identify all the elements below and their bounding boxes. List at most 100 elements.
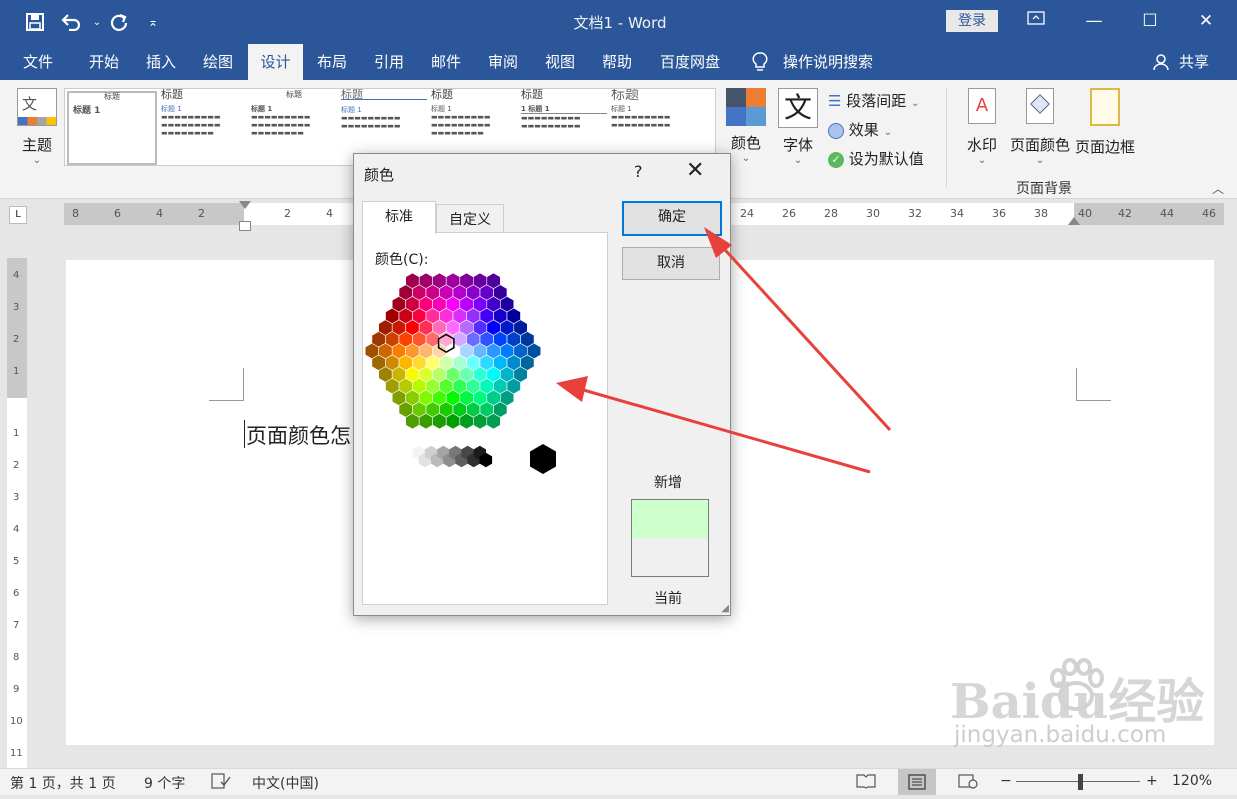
- tell-me-search[interactable]: 操作说明搜索: [778, 44, 878, 80]
- ribbon-tab-bar: 文件 开始 插入 绘图 设计 布局 引用 邮件 审阅 视图 帮助 百度网盘 操作…: [0, 44, 1237, 80]
- proofing-icon[interactable]: [211, 773, 231, 789]
- close-window-icon[interactable]: ✕: [1191, 8, 1221, 34]
- chevron-down-icon: ⌄: [32, 155, 42, 166]
- colors-icon: [726, 88, 766, 126]
- undo-icon[interactable]: [58, 9, 84, 35]
- new-color-swatch: [632, 500, 708, 538]
- login-button[interactable]: 登录: [946, 10, 998, 32]
- style-thumb[interactable]: 标题 1 标题 1 ▬▬▬▬▬▬▬▬▬ ▬▬▬▬▬▬▬▬▬: [521, 89, 607, 161]
- tab-insert[interactable]: 插入: [133, 44, 189, 80]
- tab-custom[interactable]: 自定义: [436, 204, 504, 235]
- fonts-button[interactable]: 文 字体 ⌄: [776, 88, 820, 166]
- indent-marker[interactable]: [239, 221, 251, 231]
- style-thumb[interactable]: 标题 标题 1 ▬▬▬▬▬▬▬▬▬ ▬▬▬▬▬▬▬▬▬ ▬▬▬▬▬▬▬▬: [431, 89, 517, 161]
- language[interactable]: 中文(中国): [252, 773, 319, 793]
- indent-marker[interactable]: [239, 201, 251, 209]
- effects-icon: [828, 122, 844, 139]
- save-icon[interactable]: [22, 9, 48, 35]
- person-icon[interactable]: [1152, 44, 1172, 80]
- themes-button[interactable]: 文 主题 ⌄: [12, 88, 62, 166]
- maximize-icon[interactable]: ☐: [1135, 8, 1165, 34]
- tab-baidu-netdisk[interactable]: 百度网盘: [650, 44, 730, 80]
- current-color-label: 当前: [654, 591, 682, 607]
- page-borders-icon: [1090, 88, 1120, 126]
- document-text[interactable]: 页面颜色怎: [246, 420, 351, 450]
- tab-standard[interactable]: 标准: [362, 201, 436, 234]
- word-count[interactable]: 9 个字: [144, 773, 185, 793]
- help-button[interactable]: ?: [634, 162, 643, 181]
- right-indent-marker[interactable]: [1068, 217, 1080, 225]
- ok-button[interactable]: 确定: [622, 201, 722, 236]
- standard-color-panel: 颜色(C):: [362, 232, 608, 605]
- style-thumb[interactable]: 标题 标题 1 ▬▬▬▬▬▬▬▬▬ ▬▬▬▬▬▬▬▬▬ ▬▬▬▬▬▬▬▬: [161, 89, 247, 161]
- cancel-button[interactable]: 取消: [622, 247, 720, 280]
- customize-toolbar-icon[interactable]: ⌅: [140, 9, 166, 35]
- print-layout-icon[interactable]: [898, 769, 936, 795]
- tab-draw[interactable]: 绘图: [190, 44, 246, 80]
- style-thumb[interactable]: 标题 标题 1 ▬▬▬▬▬▬▬▬▬ ▬▬▬▬▬▬▬▬▬: [611, 89, 697, 161]
- title-bar: ⌄ ⌅ 文档1 - Word 登录 — ☐ ✕: [0, 0, 1237, 44]
- style-thumb[interactable]: 标题 标题 1 ▬▬▬▬▬▬▬▬▬ ▬▬▬▬▬▬▬▬▬ ▬▬▬▬▬▬▬▬: [251, 91, 337, 161]
- close-dialog-button[interactable]: ✕: [686, 158, 704, 183]
- color-preview: [631, 499, 709, 577]
- tab-file[interactable]: 文件: [10, 44, 66, 80]
- window-title: 文档1 - Word: [573, 14, 667, 32]
- crop-mark: [1076, 368, 1111, 401]
- style-thumb[interactable]: 标题 标题 1 ▬▬▬▬▬▬▬▬▬ ▬▬▬▬▬▬▬▬▬: [341, 89, 427, 161]
- collapse-ribbon-icon[interactable]: ︿: [1212, 180, 1224, 197]
- current-color-swatch: [632, 538, 708, 576]
- watermark-button[interactable]: A 水印 ⌄: [962, 88, 1002, 166]
- chevron-down-icon: ⌄: [793, 155, 803, 166]
- color-dialog: 颜色 ? ✕ 标准 自定义 颜色(C): 确定 取消 新增 当前 ◢: [353, 153, 731, 616]
- chevron-down-icon: ⌄: [977, 155, 987, 166]
- web-layout-icon[interactable]: [958, 773, 978, 793]
- zoom-level[interactable]: 120%: [1172, 773, 1212, 789]
- zoom-in-button[interactable]: +: [1146, 773, 1158, 789]
- tab-references[interactable]: 引用: [361, 44, 417, 80]
- tab-layout[interactable]: 布局: [304, 44, 360, 80]
- zoom-out-button[interactable]: −: [1000, 773, 1012, 789]
- resize-grip-icon[interactable]: ◢: [721, 603, 729, 614]
- page-count[interactable]: 第 1 页，共 1 页: [10, 773, 116, 793]
- style-thumb[interactable]: 标题 标题 1: [67, 91, 157, 165]
- page-borders-button[interactable]: 页面边框: [1074, 88, 1136, 157]
- zoom-slider-thumb[interactable]: [1078, 774, 1083, 790]
- status-bar: 第 1 页，共 1 页 9 个字 中文(中国) − + 120%: [0, 768, 1237, 795]
- color-label: 颜色(C):: [375, 252, 429, 268]
- checkmark-icon: ✓: [828, 151, 844, 168]
- page-color-icon: [1026, 88, 1054, 124]
- page-color-button[interactable]: 页面颜色 ⌄: [1008, 88, 1072, 166]
- tab-review[interactable]: 审阅: [475, 44, 531, 80]
- redo-icon[interactable]: [106, 9, 132, 35]
- tab-help[interactable]: 帮助: [589, 44, 645, 80]
- black-cell[interactable]: [530, 444, 556, 474]
- lightbulb-icon[interactable]: [748, 44, 772, 80]
- share-button[interactable]: 共享: [1174, 44, 1214, 80]
- themes-label: 主题: [21, 136, 52, 154]
- minimize-icon[interactable]: —: [1079, 8, 1109, 34]
- tab-home[interactable]: 开始: [76, 44, 132, 80]
- vertical-ruler[interactable]: 4 3 2 1 1 2 3 4 5 6 7 8 9 10 11: [7, 258, 27, 768]
- paragraph-spacing-button[interactable]: ☰ 段落间距 ⌄: [828, 90, 919, 111]
- watermark-url: jingyan.baidu.com: [954, 722, 1167, 748]
- tab-view[interactable]: 视图: [532, 44, 588, 80]
- group-divider: [946, 88, 947, 188]
- effects-button[interactable]: 效果 ⌄: [828, 119, 892, 140]
- watermark-icon: A: [968, 88, 996, 124]
- group-label-page-background: 页面背景: [1016, 181, 1072, 197]
- tab-design[interactable]: 设计: [248, 44, 303, 80]
- new-color-label: 新增: [654, 475, 682, 491]
- chevron-down-icon: ⌄: [911, 98, 920, 109]
- fonts-icon: 文: [778, 88, 818, 128]
- ribbon-display-icon[interactable]: [1021, 8, 1051, 34]
- set-default-button[interactable]: ✓ 设为默认值: [828, 148, 924, 169]
- paragraph-spacing-icon: ☰: [828, 92, 842, 110]
- chevron-down-icon: ⌄: [883, 127, 892, 138]
- dialog-title: 颜色: [364, 166, 395, 184]
- read-mode-icon[interactable]: [856, 773, 876, 793]
- text-cursor: [244, 420, 245, 448]
- chevron-down-icon: ⌄: [1035, 155, 1045, 166]
- color-honeycomb[interactable]: [363, 271, 607, 521]
- tab-mailings[interactable]: 邮件: [418, 44, 474, 80]
- ruler-tab-selector[interactable]: L: [9, 206, 27, 224]
